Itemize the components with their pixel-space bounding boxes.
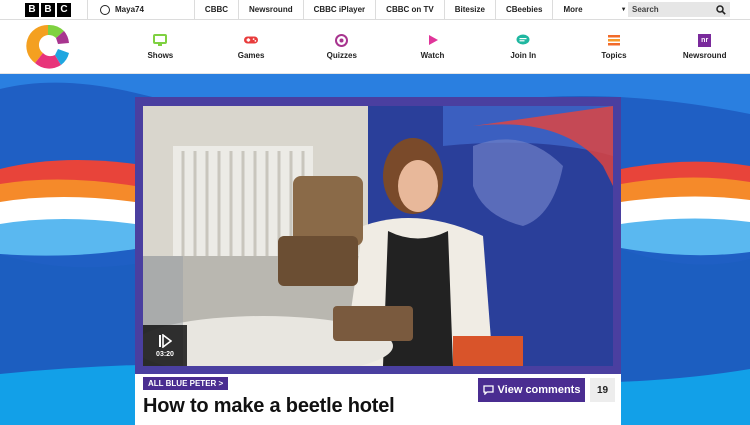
bbc-nav-cbbc-iplayer[interactable]: CBBC iPlayer [302, 0, 376, 20]
nav-label: Join In [510, 51, 537, 60]
bbc-nav-label: CBBC iPlayer [313, 5, 366, 14]
more-menu-button[interactable]: More ▼ [552, 0, 636, 20]
chat-icon [516, 34, 530, 46]
bbc-nav: CBBC Newsround CBBC iPlayer CBBC on TV B… [193, 0, 637, 20]
nav-newsround[interactable]: nr Newsround [659, 20, 750, 74]
video-card: 03:20 ALL BLUE PETER > How to make a bee… [135, 97, 621, 425]
bbc-nav-cbeebies[interactable]: CBeebies [494, 0, 552, 20]
iplayer-icon [159, 333, 172, 348]
search-input[interactable]: Search [628, 2, 730, 17]
bbc-global-bar: B B C Maya74 CBBC Newsround CBBC iPlayer… [0, 0, 750, 20]
nav-games[interactable]: Games [206, 20, 297, 74]
newsround-icon: nr [698, 33, 712, 47]
nav-join-in[interactable]: Join In [478, 20, 569, 74]
bbc-nav-label: CBeebies [505, 5, 543, 14]
nav-label: Quizzes [326, 51, 357, 60]
gamepad-icon [244, 34, 259, 46]
bbc-nav-newsround[interactable]: Newsround [238, 0, 303, 20]
tv-icon [153, 34, 168, 46]
account-icon [100, 4, 110, 15]
bbc-nav-bitesize[interactable]: Bitesize [443, 0, 495, 20]
chevron-down-icon: ▼ [620, 6, 627, 13]
bbc-nav-label: CBBC on TV [386, 5, 434, 14]
bbc-logo[interactable]: B B C [25, 2, 71, 17]
bbc-logo-letter: C [57, 2, 71, 17]
search-icon [716, 4, 726, 15]
nav-label: Watch [420, 51, 445, 60]
video-frame: 03:20 [135, 97, 621, 374]
nav-quizzes[interactable]: Quizzes [296, 20, 387, 74]
newsround-badge: nr [698, 33, 712, 47]
quiz-icon [335, 33, 349, 47]
comment-count-badge: 19 [590, 378, 615, 402]
nav-shows[interactable]: Shows [115, 20, 206, 74]
bbc-logo-letter: B [25, 2, 39, 17]
video-player[interactable] [143, 106, 613, 366]
video-duration: 03:20 [156, 350, 174, 358]
category-tag-link[interactable]: ALL BLUE PETER > [143, 377, 229, 390]
topics-icon [607, 34, 621, 46]
nav-label: Topics [601, 51, 627, 60]
bbc-nav-label: Newsround [249, 5, 293, 14]
more-label: More [563, 5, 583, 14]
cbbc-logo[interactable] [25, 23, 71, 69]
video-play-button[interactable]: 03:20 [143, 325, 187, 366]
nav-label: Shows [147, 51, 174, 60]
video-still [143, 106, 613, 366]
search-placeholder: Search [632, 5, 659, 14]
nav-topics[interactable]: Topics [569, 20, 660, 74]
video-title: How to make a beetle hotel [143, 395, 395, 417]
cbbc-nav: Shows Games Quizzes Watch Join In Topics… [115, 20, 750, 74]
account-name: Maya74 [115, 5, 144, 14]
account-link[interactable]: Maya74 [88, 0, 156, 20]
bbc-nav-label: Bitesize [454, 5, 485, 14]
comment-icon [482, 385, 494, 395]
bbc-nav-cbbc-on-tv[interactable]: CBBC on TV [375, 0, 444, 20]
nav-label: Games [237, 51, 265, 60]
cbbc-header: Shows Games Quizzes Watch Join In Topics… [0, 20, 750, 74]
bbc-nav-label: CBBC [204, 5, 229, 14]
play-icon [426, 34, 440, 46]
nav-watch[interactable]: Watch [387, 20, 478, 74]
bbc-nav-cbbc[interactable]: CBBC [193, 0, 238, 20]
view-comments-label: View comments [497, 384, 581, 396]
nav-label: Newsround [682, 51, 727, 60]
view-comments-button[interactable]: View comments [478, 378, 585, 402]
bbc-logo-letter: B [41, 2, 55, 17]
